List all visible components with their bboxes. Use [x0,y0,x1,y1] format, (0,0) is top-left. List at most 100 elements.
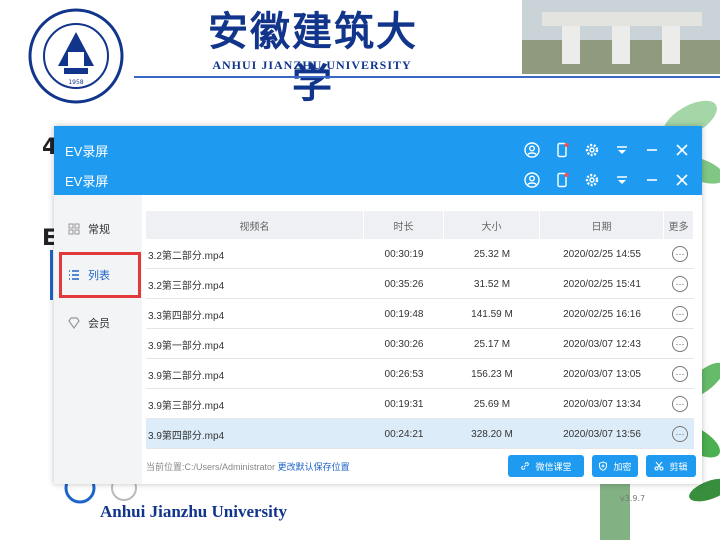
save-path-label: 当前位置: [146,462,185,472]
table-row[interactable]: 3.9第三部分.mp4 00:19:31 25.69 M 2020/03/07 … [146,389,694,419]
app-body: 常规 列表 会员 视频名 时长 大小 日期 更多 3.2第二部分.mp4 00:… [54,195,702,484]
video-duration: 00:19:31 [384,398,424,410]
more-icon: ··· [672,306,688,322]
diamond-icon [68,317,80,329]
column-header-name[interactable]: 视频名 [146,211,364,239]
video-duration: 00:19:48 [384,308,424,320]
more-button[interactable]: ··· [666,419,694,449]
video-duration: 00:26:53 [384,368,424,380]
more-icon: ··· [672,426,688,442]
bottom-bar: 当前位置:C:/Users/Administrator 更改默认保存位置 微信课… [142,449,702,484]
title-bar-2[interactable]: EV录屏 [54,165,702,195]
more-button[interactable]: ··· [666,299,694,329]
dropdown-icon[interactable] [612,170,632,190]
table-row[interactable]: 3.9第二部分.mp4 00:26:53 156.23 M 2020/03/07… [146,359,694,389]
wechat-class-button[interactable]: 微信课堂 [508,455,584,477]
highlight-annotation-box [59,252,141,298]
more-button[interactable]: ··· [666,269,694,299]
table-row[interactable]: 3.2第三部分.mp4 00:35:26 31.52 M 2020/02/25 … [146,269,694,299]
app-version: v3.9.7 [620,494,646,503]
more-icon: ··· [672,396,688,412]
save-path: 当前位置:C:/Users/Administrator 更改默认保存位置 [146,460,350,473]
user-icon[interactable] [522,170,542,190]
app-title: EV录屏 [65,174,109,189]
video-name: 3.2第三部分.mp4 [148,280,225,292]
shield-icon [599,461,608,471]
more-button[interactable]: ··· [666,389,694,419]
video-date: 2020/02/25 15:41 [563,278,641,290]
more-button[interactable]: ··· [666,239,694,269]
video-size: 25.32 M [473,248,511,260]
sidebar-item-member[interactable]: 会员 [54,307,142,339]
phone-icon[interactable] [552,140,572,160]
video-size: 25.17 M [473,338,511,350]
video-size: 328.20 M [471,428,513,440]
university-seal-logo: 1958 [28,8,124,104]
gear-icon[interactable] [582,140,602,160]
title-bar-1[interactable]: EV录屏 [54,135,702,165]
phone-icon[interactable] [552,170,572,190]
header-rule [134,76,720,78]
save-path-value: C:/Users/Administrator [184,462,276,472]
dropdown-icon[interactable] [612,140,632,160]
button-label: 加密 [613,462,632,473]
more-button[interactable]: ··· [666,359,694,389]
video-date: 2020/02/25 14:55 [563,248,641,260]
grid-icon [68,223,80,235]
more-icon: ··· [672,276,688,292]
scissors-icon [654,461,664,471]
footer-university-en: Anhui Jianzhu University [100,502,288,521]
column-header-size[interactable]: 大小 [444,211,540,239]
close-icon[interactable] [672,170,692,190]
minimize-icon[interactable] [642,140,662,160]
table-row-selected[interactable]: 3.9第四部分.mp4 00:24:21 328.20 M 2020/03/07… [146,419,694,449]
table-row[interactable]: 3.9第一部分.mp4 00:30:26 25.17 M 2020/03/07 … [146,329,694,359]
sidebar-item-label: 常规 [88,223,110,236]
video-duration: 00:30:26 [384,338,424,350]
video-date: 2020/03/07 12:43 [563,338,641,350]
button-label: 微信课堂 [535,462,572,473]
video-size: 141.59 M [471,308,513,320]
video-name: 3.9第四部分.mp4 [148,430,225,442]
user-icon[interactable] [522,140,542,160]
more-button[interactable]: ··· [666,329,694,359]
video-size: 31.52 M [473,278,511,290]
slide-accent-bar [50,250,53,300]
more-icon: ··· [672,246,688,262]
button-label: 剪辑 [669,462,688,473]
column-header-date[interactable]: 日期 [540,211,664,239]
sidebar-item-label: 会员 [88,317,110,330]
video-date: 2020/03/07 13:34 [563,398,641,410]
change-path-link[interactable]: 更改默认保存位置 [278,462,350,472]
window-controls [522,170,692,190]
column-header-more: 更多 [664,211,694,239]
video-date: 2020/03/07 13:56 [563,428,641,440]
gear-icon[interactable] [582,170,602,190]
close-icon[interactable] [672,140,692,160]
video-name: 3.2第二部分.mp4 [148,250,225,262]
table-row[interactable]: 3.3第四部分.mp4 00:19:48 141.59 M 2020/02/25… [146,299,694,329]
minimize-icon[interactable] [642,170,662,190]
ev-recorder-window: EV录屏 EV录屏 常规 列表 会员 视频名 时长 大小 日期 更多 3.2第二… [54,126,702,484]
video-duration: 00:24:21 [384,428,424,440]
university-name-cn: 安徽建筑大学 [208,8,418,107]
video-size: 156.23 M [471,368,513,380]
campus-gate-photo [522,0,720,74]
more-icon: ··· [672,336,688,352]
window-top-strip [54,126,702,135]
video-name: 3.3第四部分.mp4 [148,310,225,322]
video-duration: 00:35:26 [384,278,424,290]
video-date: 2020/02/25 16:16 [563,308,641,320]
clip-button[interactable]: 剪辑 [646,455,696,477]
video-date: 2020/03/07 13:05 [563,368,641,380]
window-controls [522,140,692,160]
link-icon [521,462,530,470]
svg-text:1958: 1958 [68,79,83,86]
sidebar-item-general[interactable]: 常规 [54,213,142,245]
column-header-duration[interactable]: 时长 [364,211,444,239]
table-row[interactable]: 3.2第二部分.mp4 00:30:19 25.32 M 2020/02/25 … [146,239,694,269]
video-name: 3.9第三部分.mp4 [148,400,225,412]
university-name-en: ANHUI JIANZHU UNIVERSITY [212,58,412,72]
video-size: 25.69 M [473,398,511,410]
encrypt-button[interactable]: 加密 [592,455,638,477]
